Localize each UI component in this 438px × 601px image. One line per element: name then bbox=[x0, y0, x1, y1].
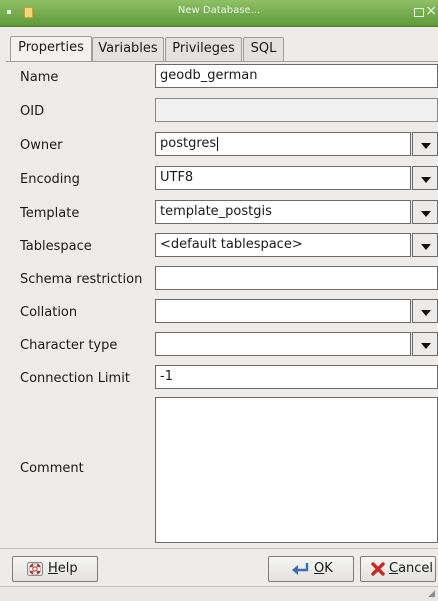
cancel-button[interactable]: Cancel bbox=[360, 556, 436, 582]
maximize-icon[interactable] bbox=[414, 8, 424, 17]
tablespace-combo-input[interactable]: <default tablespace> bbox=[155, 233, 411, 257]
encoding-label: Encoding bbox=[20, 172, 80, 187]
help-button[interactable]: Help bbox=[12, 556, 98, 582]
chevron-down-icon bbox=[421, 143, 431, 149]
template-dropdown-button[interactable] bbox=[412, 200, 438, 224]
enter-arrow-icon bbox=[292, 563, 309, 575]
text-caret bbox=[217, 136, 219, 151]
row-comment: Comment bbox=[6, 395, 438, 545]
owner-combo-input[interactable]: postgres bbox=[155, 132, 411, 156]
character-type-label: Character type bbox=[20, 338, 118, 353]
collation-dropdown-button[interactable] bbox=[412, 299, 438, 323]
comment-label: Comment bbox=[20, 461, 84, 476]
close-icon[interactable]: × bbox=[425, 3, 437, 19]
status-bar: ◢ bbox=[0, 586, 438, 601]
chevron-down-icon bbox=[421, 310, 431, 316]
name-label: Name bbox=[20, 70, 59, 85]
row-schema-restriction: Schema restriction bbox=[6, 264, 438, 296]
character-type-dropdown-button[interactable] bbox=[412, 332, 438, 356]
row-encoding: Encoding UTF8 bbox=[6, 164, 438, 196]
button-bar-divider bbox=[0, 548, 438, 549]
collation-label: Collation bbox=[20, 305, 78, 320]
chevron-down-icon bbox=[421, 177, 431, 183]
tab-properties[interactable]: Properties bbox=[10, 36, 92, 62]
row-template: Template template_postgis bbox=[6, 198, 438, 230]
template-label: Template bbox=[20, 206, 80, 221]
owner-label: Owner bbox=[20, 138, 63, 153]
encoding-dropdown-button[interactable] bbox=[412, 166, 438, 190]
tab-privileges[interactable]: Privileges bbox=[165, 37, 242, 61]
window-title: New Database... bbox=[177, 5, 261, 16]
row-owner: Owner postgres bbox=[6, 130, 438, 162]
collation-combo-input[interactable] bbox=[155, 299, 411, 323]
chevron-down-icon bbox=[421, 343, 431, 349]
tablespace-dropdown-button[interactable] bbox=[412, 233, 438, 257]
connection-limit-input[interactable]: -1 bbox=[155, 365, 438, 389]
template-combo-input[interactable]: template_postgis bbox=[155, 200, 411, 224]
red-x-icon bbox=[371, 562, 385, 576]
row-oid: OID bbox=[6, 96, 438, 128]
row-connection-limit: Connection Limit -1 bbox=[6, 363, 438, 395]
row-character-type: Character type bbox=[6, 330, 438, 362]
comment-textarea[interactable] bbox=[155, 397, 438, 543]
ok-button[interactable]: OK bbox=[268, 556, 354, 582]
row-tablespace: Tablespace <default tablespace> bbox=[6, 231, 438, 263]
owner-value: postgres bbox=[160, 136, 217, 151]
owner-dropdown-button[interactable] bbox=[412, 132, 438, 156]
chevron-down-icon bbox=[421, 244, 431, 250]
oid-input bbox=[155, 98, 438, 122]
connection-limit-label: Connection Limit bbox=[20, 371, 130, 386]
chevron-down-icon bbox=[421, 211, 431, 217]
help-label: Help bbox=[48, 561, 78, 576]
name-input[interactable]: geodb_german bbox=[155, 64, 438, 88]
cancel-label: Cancel bbox=[389, 561, 434, 576]
character-type-combo-input[interactable] bbox=[155, 332, 411, 356]
oid-label: OID bbox=[20, 104, 45, 119]
tablespace-label: Tablespace bbox=[20, 239, 92, 254]
tab-sql[interactable]: SQL bbox=[243, 37, 284, 61]
encoding-combo-input[interactable]: UTF8 bbox=[155, 166, 411, 190]
row-collation: Collation bbox=[6, 297, 438, 329]
tab-variables[interactable]: Variables bbox=[92, 37, 164, 61]
schema-restriction-input[interactable] bbox=[155, 266, 438, 290]
lifebuoy-icon bbox=[27, 562, 43, 576]
title-bar: New Database... × bbox=[0, 0, 438, 27]
ok-label: OK bbox=[314, 561, 333, 576]
row-name: Name geodb_german bbox=[6, 62, 438, 94]
schema-restriction-label: Schema restriction bbox=[20, 272, 143, 287]
resize-grip-icon[interactable]: ◢ bbox=[428, 589, 435, 599]
